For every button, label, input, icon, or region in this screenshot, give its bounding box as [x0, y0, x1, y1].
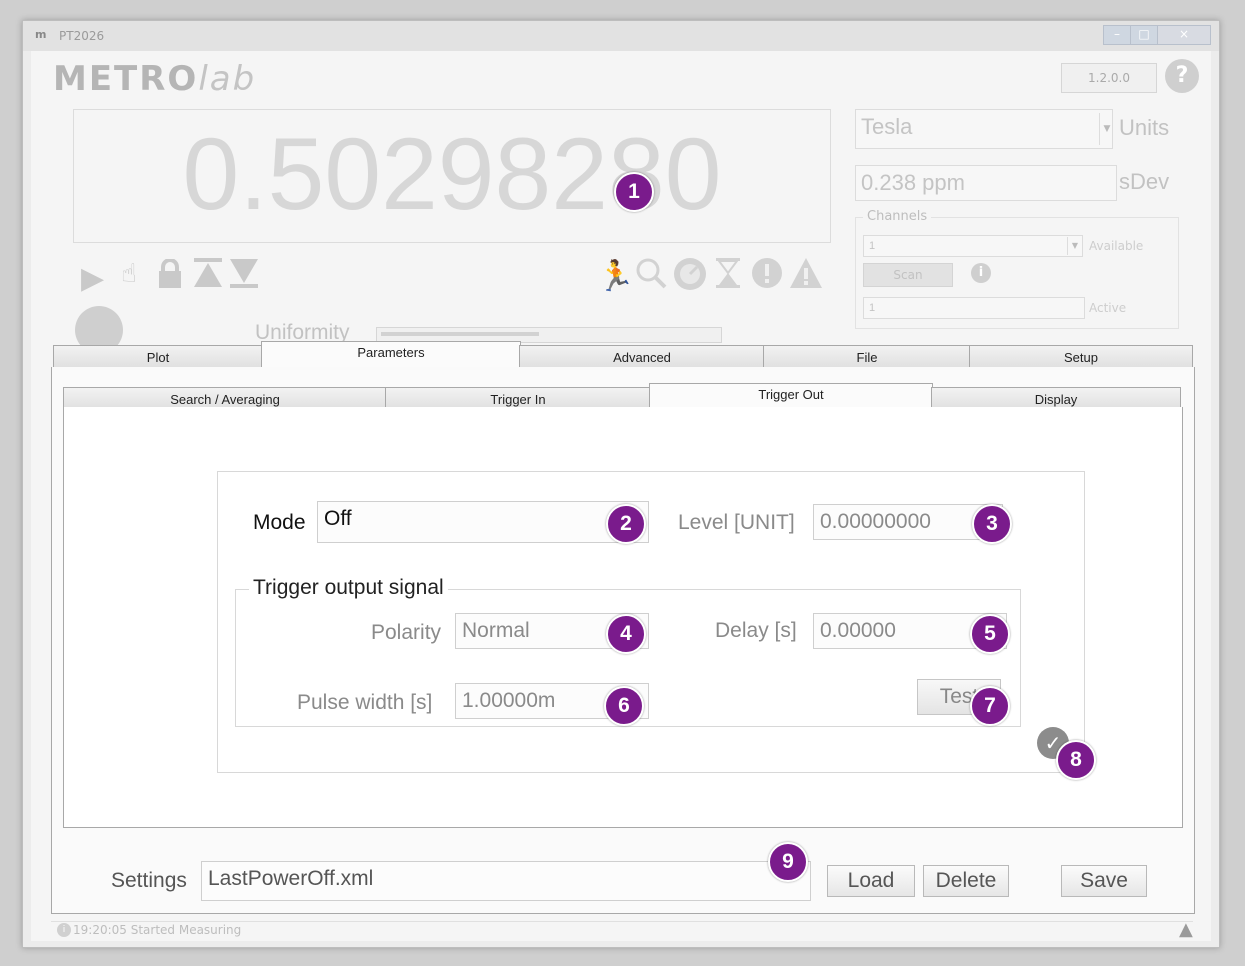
- trigger-signal-title: Trigger output signal: [249, 576, 448, 600]
- save-button[interactable]: Save: [1061, 865, 1147, 897]
- active-channel-field[interactable]: 1: [863, 297, 1085, 319]
- level-label: Level [UNIT]: [678, 511, 795, 534]
- units-select[interactable]: Tesla: [855, 109, 1113, 149]
- max-icon[interactable]: [193, 257, 223, 297]
- channel-select[interactable]: 1: [863, 235, 1083, 257]
- status-text: 19:20:05 Started Measuring: [73, 923, 242, 937]
- scan-button[interactable]: Scan: [863, 263, 953, 287]
- callout-badge-7: 7: [970, 686, 1010, 726]
- active-label: Active: [1089, 301, 1127, 315]
- settings-label: Settings: [111, 869, 187, 892]
- sdev-label: sDev: [1119, 169, 1170, 194]
- channels-title: Channels: [863, 209, 932, 224]
- window-title: PT2026: [59, 29, 105, 43]
- callout-badge-4: 4: [606, 614, 646, 654]
- info-icon[interactable]: i: [971, 263, 991, 283]
- lock-icon[interactable]: [157, 258, 183, 297]
- expand-up-icon[interactable]: ▲: [1179, 919, 1193, 940]
- app-icon: m: [35, 28, 47, 41]
- available-label: Available: [1089, 239, 1144, 253]
- callout-badge-3: 3: [972, 504, 1012, 544]
- close-button[interactable]: ×: [1157, 25, 1211, 45]
- units-label: Units: [1119, 115, 1170, 140]
- callout-badge-6: 6: [604, 686, 644, 726]
- measurement-display: 0.50298280: [73, 109, 831, 243]
- info-icon: i: [57, 923, 71, 937]
- warning-icon: [789, 257, 823, 297]
- hourglass-icon: [715, 257, 741, 297]
- delay-label: Delay [s]: [715, 619, 797, 642]
- title-bar: m PT2026 – □ ×: [23, 21, 1219, 51]
- pulse-width-label: Pulse width [s]: [297, 691, 433, 714]
- uniformity-fill: [381, 332, 539, 336]
- polarity-label: Polarity: [371, 621, 442, 644]
- mode-select[interactable]: Off: [317, 501, 649, 543]
- search-icon: [635, 257, 667, 297]
- sdev-field: 0.238 ppm: [855, 165, 1117, 201]
- callout-badge-1: 1: [614, 172, 654, 212]
- maximize-button[interactable]: □: [1130, 25, 1158, 45]
- play-icon[interactable]: ▶: [81, 261, 104, 296]
- version-field: 1.2.0.0: [1061, 63, 1157, 93]
- minimize-button[interactable]: –: [1103, 25, 1131, 45]
- mode-label: Mode: [253, 511, 306, 534]
- chevron-down-icon[interactable]: ▼: [1099, 113, 1114, 145]
- touch-icon[interactable]: ☝: [121, 259, 137, 289]
- callout-badge-8: 8: [1056, 740, 1096, 780]
- measurement-value: 0.50298280: [182, 117, 722, 231]
- callout-badge-9: 9: [768, 842, 808, 882]
- callout-badge-5: 5: [970, 614, 1010, 654]
- min-icon[interactable]: [229, 257, 259, 297]
- app-window: m PT2026 – □ × METROlab 1.2.0.0 ? 0.5029…: [22, 20, 1220, 948]
- settings-file-field[interactable]: LastPowerOff.xml: [201, 861, 811, 901]
- running-icon: 🏃: [597, 259, 635, 294]
- error-icon: [751, 257, 783, 297]
- help-icon[interactable]: ?: [1165, 59, 1199, 93]
- chevron-down-icon[interactable]: ▼: [1067, 237, 1082, 255]
- delete-button[interactable]: Delete: [923, 865, 1009, 897]
- load-button[interactable]: Load: [827, 865, 915, 897]
- callout-badge-2: 2: [606, 504, 646, 544]
- metrolab-logo: METROlab: [53, 59, 257, 99]
- gauge-icon: [673, 257, 707, 299]
